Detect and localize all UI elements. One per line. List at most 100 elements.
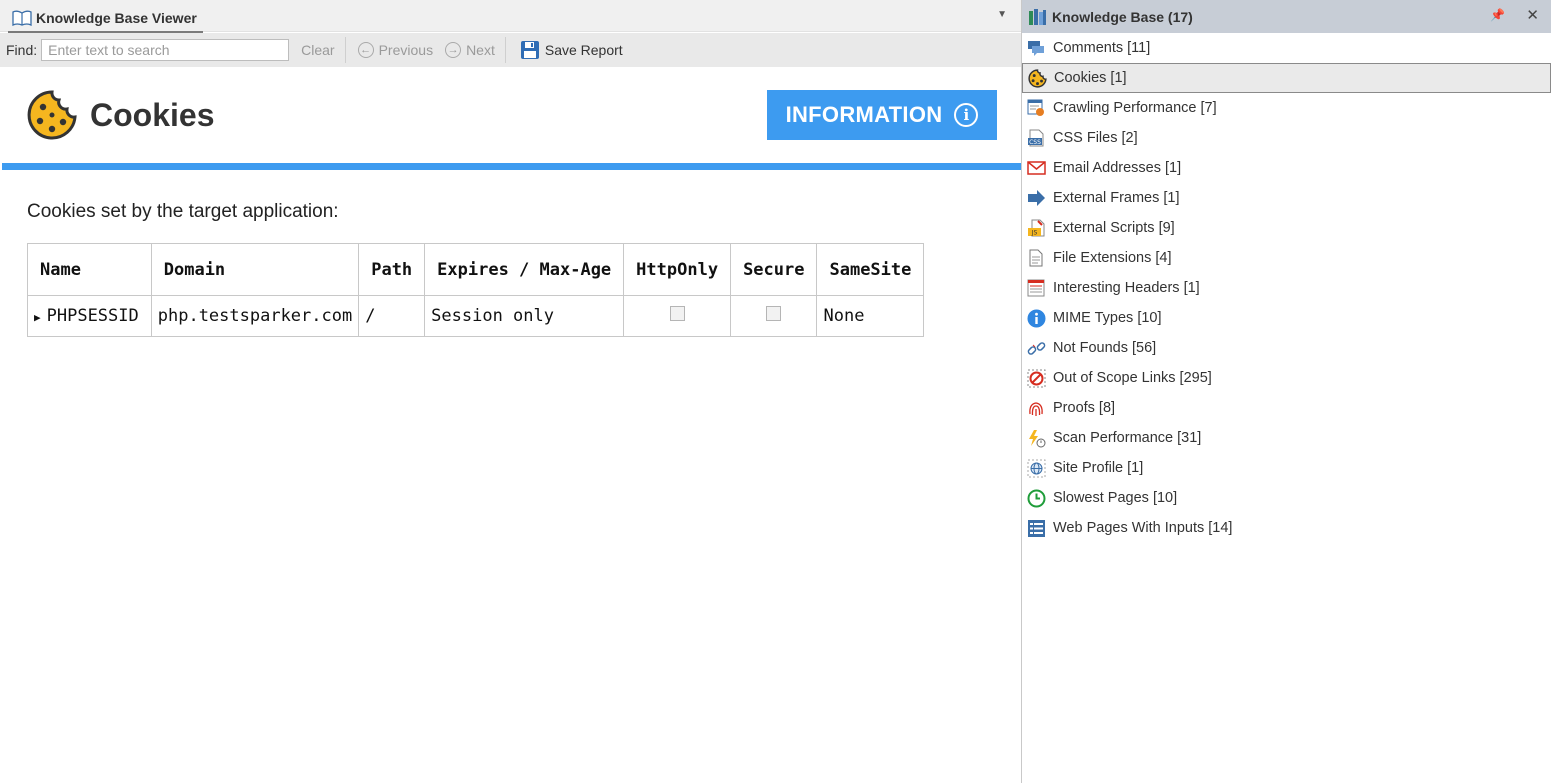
comments-icon — [1026, 38, 1046, 58]
kb-item-label: Site Profile [1] — [1053, 460, 1143, 476]
secure-checkbox — [766, 306, 781, 321]
cell-httponly — [624, 296, 731, 337]
knowledge-base-header: Knowledge Base (17) 📌 ✕ — [1022, 0, 1551, 33]
kb-item-web-pages-with-inputs[interactable]: Web Pages With Inputs [14] — [1022, 513, 1551, 543]
kb-item-label: External Frames [1] — [1053, 190, 1180, 206]
next-button[interactable]: → Next — [441, 36, 499, 64]
kb-item-label: Email Addresses [1] — [1053, 160, 1181, 176]
kb-item-label: Scan Performance [31] — [1053, 430, 1201, 446]
kb-item-slowest-pages[interactable]: Slowest Pages [10] — [1022, 483, 1551, 513]
arrow-right-icon: → — [445, 42, 461, 58]
globe-icon — [1026, 458, 1046, 478]
kb-item-label: CSS Files [2] — [1053, 130, 1138, 146]
column-header-path: Path — [359, 244, 425, 296]
kb-item-site-profile[interactable]: Site Profile [1] — [1022, 453, 1551, 483]
column-header-samesite: SameSite — [817, 244, 924, 296]
find-label: Find: — [6, 42, 37, 58]
knowledge-base-list: Comments [11] Cookies [1] Crawling Perform… — [1022, 33, 1551, 543]
column-header-name: Name — [28, 244, 152, 296]
fingerprint-icon — [1026, 398, 1046, 418]
kb-item-email-addresses[interactable]: Email Addresses [1] — [1022, 153, 1551, 183]
column-header-httponly: HttpOnly — [624, 244, 731, 296]
kb-item-label: External Scripts [9] — [1053, 220, 1175, 236]
previous-label: Previous — [379, 42, 433, 58]
cell-name[interactable]: ▶ PHPSESSID — [28, 296, 152, 337]
column-header-expires: Expires / Max-Age — [425, 244, 624, 296]
kb-item-label: File Extensions [4] — [1053, 250, 1171, 266]
chevron-down-icon[interactable]: ▼ — [997, 9, 1007, 20]
cell-path: / — [359, 296, 425, 337]
cell-samesite: None — [817, 296, 924, 337]
lightning-timer-icon — [1026, 428, 1046, 448]
kb-item-interesting-headers[interactable]: Interesting Headers [1] — [1022, 273, 1551, 303]
toolbar-separator — [505, 37, 506, 63]
cell-secure — [731, 296, 817, 337]
report-header: Cookies INFORMATION i — [2, 67, 1021, 163]
kb-item-out-of-scope-links[interactable]: Out of Scope Links [295] — [1022, 363, 1551, 393]
books-icon — [1028, 8, 1048, 26]
kb-item-mime-types[interactable]: MIME Types [10] — [1022, 303, 1551, 333]
form-list-icon — [1026, 518, 1046, 538]
cookie-icon — [26, 89, 78, 141]
save-report-button[interactable]: Save Report — [516, 36, 627, 64]
headers-icon — [1026, 278, 1046, 298]
kb-item-not-founds[interactable]: Not Founds [56] — [1022, 333, 1551, 363]
js-file-icon: JS — [1026, 218, 1046, 238]
find-toolbar: Find: Clear ← Previous → Next Save Repor… — [0, 33, 1021, 67]
kb-item-external-scripts[interactable]: JS External Scripts [9] — [1022, 213, 1551, 243]
css-file-icon: CSS — [1026, 128, 1046, 148]
pin-icon[interactable]: 📌 — [1490, 8, 1505, 22]
viewer-tab[interactable]: Knowledge Base Viewer — [8, 4, 203, 33]
report-content: Cookies INFORMATION i Cookies set by the… — [2, 67, 1021, 223]
kb-item-label: Not Founds [56] — [1053, 340, 1156, 356]
search-input[interactable] — [41, 39, 289, 61]
header-divider — [2, 163, 1021, 170]
cell-domain: php.testsparker.com — [151, 296, 358, 337]
kb-item-label: Cookies [1] — [1054, 70, 1127, 86]
knowledge-base-panel: Knowledge Base (17) 📌 ✕ Comments [11] Coo… — [1022, 0, 1551, 783]
httponly-checkbox — [670, 306, 685, 321]
arrow-right-icon — [1026, 188, 1046, 208]
severity-badge: INFORMATION i — [767, 90, 997, 140]
kb-item-file-extensions[interactable]: File Extensions [4] — [1022, 243, 1551, 273]
clear-label: Clear — [301, 42, 334, 58]
svg-text:CSS: CSS — [1029, 139, 1041, 146]
broken-link-icon — [1026, 338, 1046, 358]
close-icon[interactable]: ✕ — [1526, 6, 1539, 24]
save-report-label: Save Report — [545, 42, 623, 58]
kb-item-label: Out of Scope Links [295] — [1053, 370, 1212, 386]
kb-item-crawling-performance[interactable]: Crawling Performance [7] — [1022, 93, 1551, 123]
arrow-left-icon: ← — [358, 42, 374, 58]
kb-item-label: Comments [11] — [1053, 40, 1150, 56]
floppy-disk-icon — [520, 40, 540, 60]
crawling-performance-icon — [1026, 98, 1046, 118]
cookie-name: PHPSESSID — [47, 306, 139, 326]
kb-item-cookies[interactable]: Cookies [1] — [1022, 63, 1551, 93]
knowledge-base-title: Knowledge Base (17) — [1052, 9, 1193, 25]
expand-arrow-icon[interactable]: ▶ — [34, 311, 41, 324]
file-icon — [1026, 248, 1046, 268]
table-header-row: Name Domain Path Expires / Max-Age HttpO… — [28, 244, 924, 296]
kb-item-external-frames[interactable]: External Frames [1] — [1022, 183, 1551, 213]
kb-item-proofs[interactable]: Proofs [8] — [1022, 393, 1551, 423]
viewer-tab-bar: Knowledge Base Viewer ▼ — [0, 0, 1021, 32]
kb-item-css-files[interactable]: CSS CSS Files [2] — [1022, 123, 1551, 153]
info-icon: i — [954, 103, 978, 127]
kb-item-label: Slowest Pages [10] — [1053, 490, 1177, 506]
table-row[interactable]: ▶PHPSESSID php.testsparker.com / Session… — [28, 296, 924, 337]
toolbar-separator — [345, 37, 346, 63]
column-header-secure: Secure — [731, 244, 817, 296]
cookie-icon — [1027, 68, 1047, 88]
previous-button[interactable]: ← Previous — [354, 36, 437, 64]
book-icon — [12, 10, 32, 26]
column-header-domain: Domain — [151, 244, 358, 296]
kb-item-scan-performance[interactable]: Scan Performance [31] — [1022, 423, 1551, 453]
no-entry-icon — [1026, 368, 1046, 388]
kb-item-label: Proofs [8] — [1053, 400, 1115, 416]
email-icon — [1026, 158, 1046, 178]
clear-button[interactable]: Clear — [297, 36, 338, 64]
cookies-table: Name Domain Path Expires / Max-Age HttpO… — [27, 243, 924, 337]
clock-icon — [1026, 488, 1046, 508]
page-title: Cookies — [90, 97, 214, 134]
kb-item-comments[interactable]: Comments [11] — [1022, 33, 1551, 63]
